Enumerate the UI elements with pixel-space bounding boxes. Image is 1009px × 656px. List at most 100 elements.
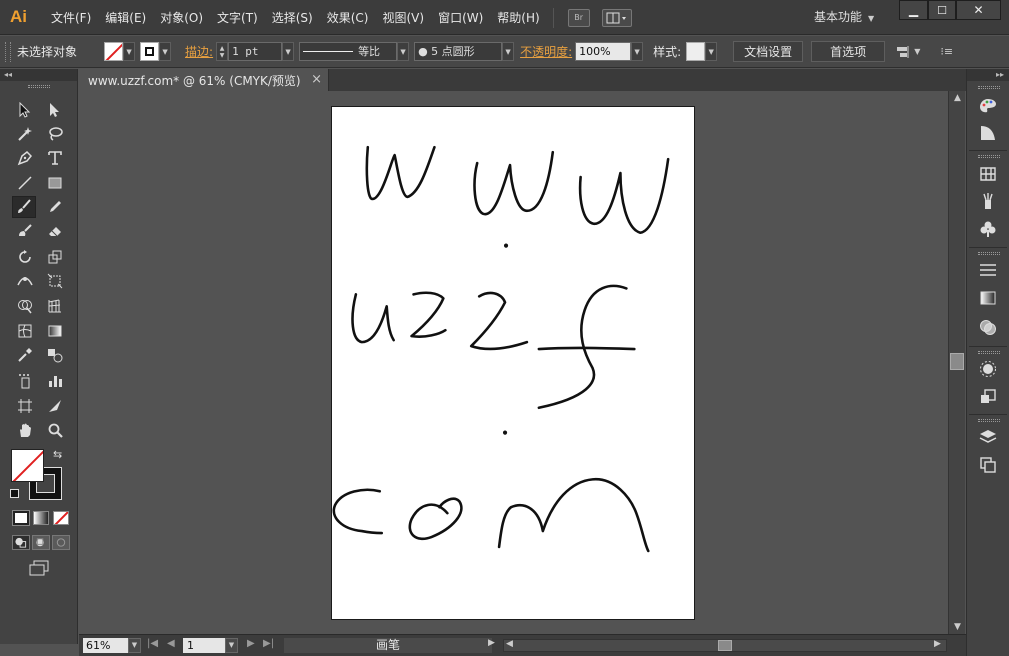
first-artboard-icon[interactable]: |◀ [147, 638, 158, 649]
variable-width-profile[interactable]: 等比 [299, 42, 398, 61]
scroll-down-icon[interactable]: ▼ [949, 620, 966, 634]
free-transform-tool[interactable] [43, 270, 67, 292]
blob-brush-tool[interactable] [13, 220, 37, 242]
fill-dropdown[interactable]: ▼ [123, 42, 136, 61]
artboard-number-field[interactable]: 1 [183, 638, 225, 653]
opacity-label[interactable]: 不透明度: [520, 43, 572, 60]
panel-menu-button[interactable]: ⁝≡ [940, 45, 953, 58]
workspace-switcher[interactable]: 基本功能 ▼ [814, 8, 874, 25]
fill-swatch[interactable] [104, 42, 124, 61]
direct-selection-tool[interactable] [43, 99, 67, 121]
previous-artboard-icon[interactable]: ◀ [167, 638, 175, 649]
hand-tool[interactable] [13, 419, 37, 441]
zoom-level-field[interactable]: 61% [83, 638, 128, 653]
canvas-area[interactable] [79, 91, 948, 634]
stroke-weight-field[interactable]: 1 pt [228, 42, 283, 61]
menu-object[interactable]: 对象(O) [153, 9, 210, 26]
artboard[interactable] [331, 106, 695, 620]
scale-tool[interactable] [43, 246, 67, 268]
stroke-label[interactable]: 描边: [185, 43, 213, 60]
dock-grip[interactable] [978, 252, 1000, 255]
type-tool[interactable] [43, 147, 67, 169]
rotate-tool[interactable] [13, 246, 37, 268]
menu-view[interactable]: 视图(V) [375, 9, 431, 26]
gradient-tool[interactable] [43, 320, 67, 342]
menu-select[interactable]: 选择(S) [265, 9, 320, 26]
dock-grip[interactable] [978, 86, 1000, 89]
dock-collapse-button[interactable]: ▸▸ [967, 69, 1009, 81]
zoom-tool[interactable] [43, 419, 67, 441]
eyedropper-tool[interactable] [13, 344, 37, 366]
gradient-panel-button[interactable] [977, 287, 999, 309]
tools-grip[interactable] [27, 85, 50, 88]
slice-tool[interactable] [43, 395, 67, 417]
selection-tool[interactable] [13, 99, 37, 121]
stroke-dropdown[interactable]: ▼ [159, 42, 172, 61]
blend-tool[interactable] [43, 344, 67, 366]
menu-file[interactable]: 文件(F) [44, 9, 98, 26]
draw-normal-button[interactable] [12, 535, 30, 550]
menu-edit[interactable]: 编辑(E) [98, 9, 153, 26]
color-panel-button[interactable] [977, 95, 999, 117]
draw-inside-button[interactable] [52, 535, 70, 550]
mesh-tool[interactable] [13, 320, 37, 342]
align-menu-button[interactable]: ▼ [895, 45, 920, 59]
current-tool-status[interactable]: 画笔 [284, 638, 492, 653]
scroll-right-icon[interactable]: ▶ [934, 639, 941, 649]
color-mode-button[interactable] [12, 510, 30, 526]
dock-grip[interactable] [978, 155, 1000, 158]
status-menu-arrow-icon[interactable]: ▶ [488, 638, 495, 648]
tools-collapse-button[interactable]: ◂◂ [0, 69, 77, 81]
profile-dropdown[interactable]: ▼ [397, 42, 410, 61]
eraser-tool[interactable] [43, 220, 67, 242]
pencil-tool[interactable] [43, 196, 67, 218]
artboard-artwork[interactable] [332, 107, 694, 619]
paintbrush-tool[interactable] [12, 196, 36, 218]
document-tab[interactable]: www.uzzf.com* @ 61% (CMYK/预览) × [79, 69, 329, 91]
perspective-grid-tool[interactable] [43, 295, 67, 317]
gradient-mode-button[interactable] [33, 511, 49, 525]
symbols-panel-button[interactable] [977, 218, 999, 240]
vertical-scrollbar[interactable]: ▲ ▼ [948, 91, 965, 634]
zoom-dropdown[interactable]: ▼ [128, 638, 141, 653]
stroke-weight-dropdown[interactable]: ▼ [282, 42, 295, 61]
control-bar-grip[interactable] [5, 41, 11, 62]
preferences-button[interactable]: 首选项 [811, 41, 886, 62]
maximize-button[interactable]: ☐ [928, 0, 956, 20]
menu-effect[interactable]: 效果(C) [320, 9, 376, 26]
brush-dropdown[interactable]: ▼ [502, 42, 515, 61]
bridge-button[interactable]: Br [567, 8, 590, 27]
fill-color-box[interactable] [11, 449, 44, 482]
color-guide-panel-button[interactable] [977, 122, 999, 144]
default-fill-stroke-icon[interactable] [10, 489, 19, 498]
stroke-panel-button[interactable] [977, 259, 999, 281]
opacity-dropdown[interactable]: ▼ [631, 42, 644, 61]
draw-behind-button[interactable] [32, 535, 50, 550]
shape-builder-tool[interactable] [13, 295, 37, 317]
menu-window[interactable]: 窗口(W) [431, 9, 490, 26]
arrange-documents-button[interactable] [601, 8, 632, 27]
scroll-up-icon[interactable]: ▲ [949, 91, 966, 105]
magic-wand-tool[interactable] [13, 123, 37, 145]
opacity-field[interactable]: 100% [575, 42, 632, 61]
menu-help[interactable]: 帮助(H) [490, 9, 546, 26]
graphic-style-dropdown[interactable]: ▼ [705, 42, 718, 61]
close-tab-icon[interactable]: × [311, 72, 322, 87]
appearance-panel-button[interactable] [977, 358, 999, 380]
symbol-sprayer-tool[interactable] [13, 370, 37, 392]
screen-mode-button[interactable] [28, 560, 50, 576]
vertical-scroll-thumb[interactable] [950, 353, 964, 370]
stroke-swatch[interactable] [140, 42, 160, 61]
artboard-tool[interactable] [13, 395, 37, 417]
none-mode-button[interactable] [53, 511, 69, 525]
document-setup-button[interactable]: 文档设置 [733, 41, 804, 62]
horizontal-scrollbar[interactable]: ◀ ▶ [503, 639, 947, 652]
layers-panel-button[interactable] [977, 426, 999, 448]
brushes-panel-button[interactable] [977, 190, 999, 212]
pen-tool[interactable] [13, 147, 37, 169]
horizontal-scroll-thumb[interactable] [718, 640, 732, 651]
transparency-panel-button[interactable] [977, 316, 999, 338]
last-artboard-icon[interactable]: ▶| [263, 638, 274, 649]
column-graph-tool[interactable] [43, 370, 67, 392]
artboard-dropdown[interactable]: ▼ [225, 638, 238, 653]
